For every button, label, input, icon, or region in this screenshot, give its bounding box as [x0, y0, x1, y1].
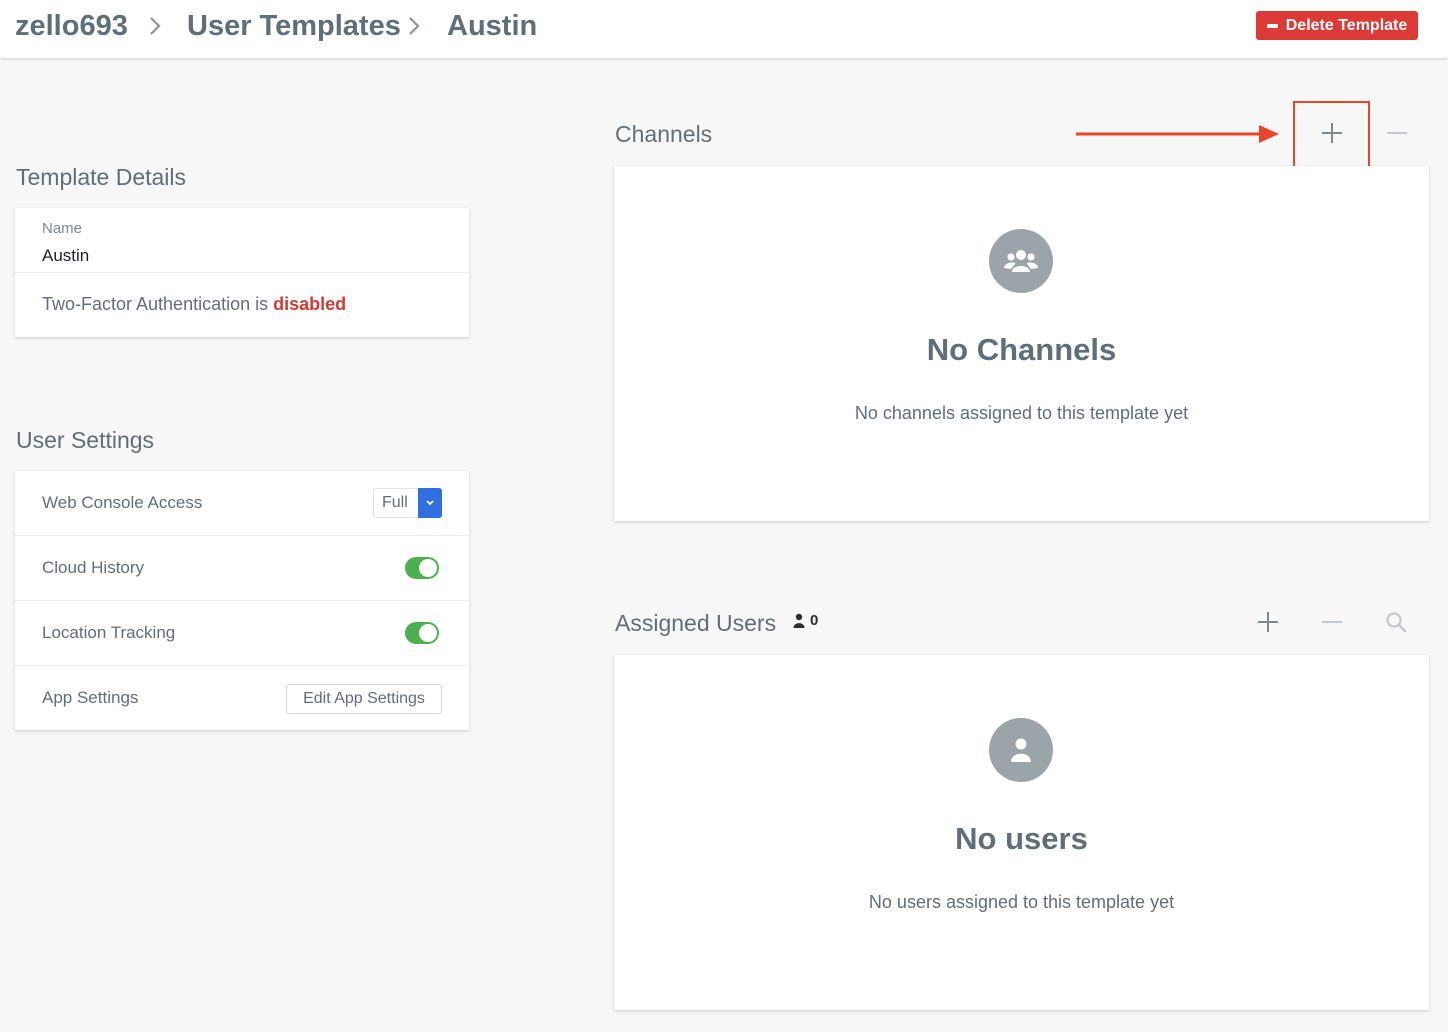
plus-icon: [1322, 123, 1342, 143]
user-count-badge: 0: [793, 612, 818, 629]
channels-card: No Channels No channels assigned to this…: [614, 166, 1429, 521]
toggle-knob: [419, 624, 437, 642]
name-value: Austin: [42, 246, 90, 265]
chevron-right-icon: [150, 17, 161, 35]
add-channel-button[interactable]: [1312, 113, 1352, 153]
user-settings-card: Web Console Access Full Cloud History Lo…: [15, 471, 469, 730]
minus-icon: [1266, 23, 1278, 28]
chevron-right-icon: [409, 17, 420, 35]
web-console-access-label: Web Console Access: [42, 493, 203, 512]
search-icon: [1386, 612, 1407, 633]
assigned-users-card: No users No users assigned to this templ…: [614, 655, 1429, 1010]
cloud-history-label: Cloud History: [42, 558, 145, 577]
no-users-title: No users: [955, 821, 1088, 856]
breadcrumb-user-templates[interactable]: User Templates: [187, 10, 401, 43]
template-details-card: Name Austin Two-Factor Authentication is…: [15, 208, 469, 337]
no-channels-title: No Channels: [926, 332, 1117, 367]
remove-user-button[interactable]: [1312, 602, 1352, 642]
breadcrumb-current: Austin: [447, 10, 538, 42]
template-details-title: Template Details: [16, 164, 187, 190]
group-icon: [989, 229, 1053, 293]
location-tracking-toggle[interactable]: [405, 622, 439, 644]
channels-title: Channels: [615, 121, 713, 147]
web-console-access-select[interactable]: Full: [373, 488, 442, 518]
setting-row-web-console: Web Console Access Full: [15, 471, 469, 536]
app-settings-label: App Settings: [42, 688, 139, 707]
name-label: Name: [42, 220, 83, 237]
assigned-users-title: Assigned Users: [615, 610, 777, 636]
web-console-access-value: Full: [382, 494, 408, 511]
breadcrumb-account[interactable]: zello693: [15, 10, 128, 43]
arrow-right-icon: [1076, 125, 1279, 143]
cloud-history-toggle[interactable]: [405, 557, 439, 579]
plus-icon: [1258, 612, 1278, 632]
tfa-status: disabled: [273, 294, 347, 314]
tfa-prefix: Two-Factor Authentication is: [42, 294, 274, 314]
user-settings-title: User Settings: [16, 427, 155, 453]
no-users-subtitle: No users assigned to this template yet: [868, 892, 1175, 912]
divider: [15, 272, 469, 273]
minus-icon: [1387, 132, 1407, 134]
setting-row-cloud-history: Cloud History: [15, 536, 469, 601]
delete-template-button[interactable]: Delete Template: [1256, 11, 1418, 40]
person-icon: [793, 613, 805, 628]
user-icon: [989, 718, 1053, 782]
setting-row-app-settings: App Settings Edit App Settings: [15, 666, 469, 731]
location-tracking-label: Location Tracking: [42, 623, 176, 642]
add-user-button[interactable]: [1248, 602, 1288, 642]
minus-icon: [1322, 621, 1342, 623]
setting-row-location-tracking: Location Tracking: [15, 601, 469, 666]
tfa-status-text: Two-Factor Authentication is disabled: [42, 294, 346, 315]
edit-app-settings-button[interactable]: Edit App Settings: [286, 684, 442, 714]
toggle-knob: [419, 559, 437, 577]
user-count-value: 0: [810, 612, 819, 629]
top-bar: zello693 User Templates Austin Delete Te…: [0, 0, 1448, 58]
remove-channel-button[interactable]: [1377, 113, 1417, 153]
search-users-button[interactable]: [1376, 602, 1416, 642]
no-channels-subtitle: No channels assigned to this template ye…: [854, 403, 1189, 423]
delete-template-label: Delete Template: [1285, 16, 1408, 34]
chevron-down-icon: [418, 488, 442, 518]
